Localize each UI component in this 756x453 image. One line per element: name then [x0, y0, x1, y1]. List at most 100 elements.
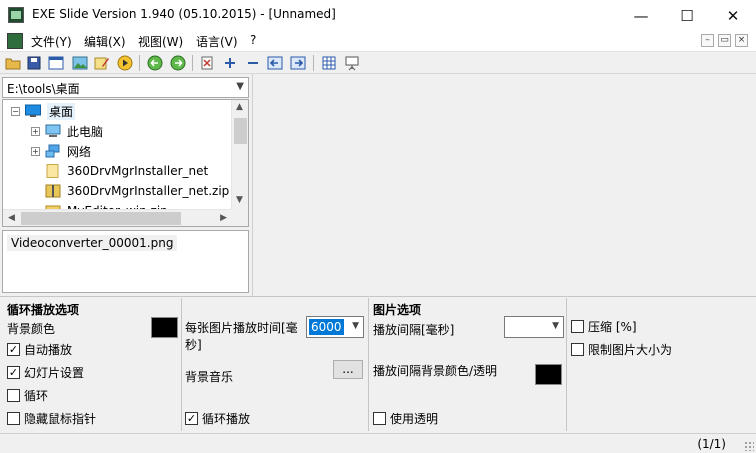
checkbox-box[interactable]	[571, 343, 584, 356]
presentation-icon[interactable]	[343, 54, 361, 72]
chevron-down-icon: ▼	[552, 321, 559, 331]
toolbar-separator	[192, 55, 193, 71]
menu-view[interactable]: 视图(W)	[138, 33, 183, 50]
window-icon[interactable]	[47, 54, 65, 72]
interval-value: 6000	[309, 319, 344, 335]
scroll-down-icon[interactable]: ▼	[236, 195, 243, 205]
page-counter: (1/1)	[697, 437, 726, 451]
toolbar-separator	[139, 55, 140, 71]
checkbox-label: 压缩 [%]	[588, 320, 637, 334]
network-icon	[45, 144, 61, 158]
scroll-right-icon[interactable]: ▶	[220, 213, 227, 223]
mdi-restore-button[interactable]: ▭	[718, 34, 731, 47]
options-divider	[566, 298, 567, 431]
folder-tree[interactable]: − 桌面 + 此电脑 + 网络 360DrvMgrInstaller_net 3…	[2, 99, 249, 227]
compress-checkbox[interactable]: 压缩 [%]	[571, 318, 637, 335]
toolbar-separator	[313, 55, 314, 71]
image-icon[interactable]	[71, 54, 89, 72]
maximize-button[interactable]: ☐	[664, 0, 710, 31]
interval-label: 每张图片播放时间[毫秒]	[185, 321, 298, 352]
open-folder-icon[interactable]	[4, 54, 22, 72]
path-dropdown[interactable]: E:\tools\桌面 ▼	[2, 77, 249, 98]
menu-edit[interactable]: 编辑(X)	[84, 33, 126, 50]
autoplay-checkbox[interactable]: ✓ 自动播放	[7, 341, 72, 358]
tree-node-network[interactable]: + 网络	[31, 141, 91, 161]
scroll-corner	[231, 209, 248, 226]
hide-cursor-checkbox[interactable]: 隐藏鼠标指针	[7, 410, 96, 427]
mdi-minimize-button[interactable]: –	[701, 34, 714, 47]
options-divider	[181, 298, 182, 431]
tree-node-this-pc[interactable]: + 此电脑	[31, 121, 103, 141]
tree-node-file[interactable]: 360DrvMgrInstaller_net	[45, 161, 208, 181]
tree-vertical-scrollbar[interactable]: ▲ ▼	[231, 100, 248, 210]
scroll-left-icon[interactable]: ◀	[8, 213, 15, 223]
loop-play-checkbox[interactable]: ✓ 循环播放	[185, 410, 250, 427]
checkbox-label: 使用透明	[390, 412, 439, 426]
menu-file[interactable]: 文件(Y)	[31, 33, 72, 50]
gap-label: 播放间隔[毫秒]	[373, 323, 455, 337]
play-icon[interactable]	[116, 54, 134, 72]
checkbox-box[interactable]: ✓	[7, 366, 20, 379]
remove-icon[interactable]	[244, 54, 262, 72]
grid-icon[interactable]	[320, 54, 338, 72]
checkbox-label: 循环播放	[202, 412, 251, 426]
checkbox-box[interactable]: ✓	[185, 412, 198, 425]
scroll-up-icon[interactable]: ▲	[236, 102, 243, 112]
zip-icon	[45, 184, 61, 198]
checkbox-box[interactable]	[7, 412, 20, 425]
expand-icon[interactable]: +	[31, 146, 40, 156]
scroll-thumb[interactable]	[234, 118, 247, 144]
bg-color-swatch[interactable]	[151, 317, 178, 338]
checkbox-box[interactable]	[571, 320, 584, 333]
tree-label: 360DrvMgrInstaller_net.zip	[67, 184, 230, 198]
window-title: EXE Slide Version 1.940 (05.10.2015) - […	[32, 7, 336, 21]
save-icon[interactable]	[25, 54, 43, 72]
file-list-item[interactable]: Videoconverter_00001.png	[7, 235, 178, 251]
mdi-close-button[interactable]: ×	[735, 34, 748, 47]
slideshow-settings-checkbox[interactable]: ✓ 幻灯片设置	[7, 364, 84, 381]
scroll-thumb[interactable]	[21, 212, 181, 225]
expand-icon[interactable]: +	[31, 126, 40, 136]
desktop-icon	[25, 104, 41, 118]
resize-grip-icon[interactable]	[744, 441, 754, 451]
tree-label: 360DrvMgrInstaller_net	[67, 164, 209, 178]
gap-dropdown[interactable]: ▼	[504, 316, 564, 338]
add-icon[interactable]	[221, 54, 239, 72]
menu-help[interactable]: ?	[250, 33, 256, 47]
checkbox-box[interactable]: ✓	[7, 343, 20, 356]
chevron-down-icon: ▼	[352, 321, 359, 331]
tree-label: 此电脑	[67, 124, 104, 139]
new-file-icon[interactable]	[198, 54, 216, 72]
checkbox-box[interactable]	[7, 389, 20, 402]
app-window: EXE Slide Version 1.940 (05.10.2015) - […	[0, 0, 756, 453]
tree-horizontal-scrollbar[interactable]: ◀ ▶	[3, 209, 232, 226]
file-list[interactable]: Videoconverter_00001.png	[2, 230, 249, 293]
music-label: 背景音乐	[185, 370, 234, 384]
loop-checkbox[interactable]: 循环	[7, 387, 48, 404]
edit-image-icon[interactable]	[93, 54, 111, 72]
interval-dropdown[interactable]: 6000 ▼	[306, 316, 364, 338]
menu-bar: 文件(Y) 编辑(X) 视图(W) 语言(V) ? – ▭ ×	[0, 31, 756, 52]
limit-size-checkbox[interactable]: 限制图片大小为	[571, 341, 672, 358]
checkbox-box[interactable]	[373, 412, 386, 425]
move-right-icon[interactable]	[289, 54, 307, 72]
checkbox-label: 循环	[24, 389, 49, 403]
refresh-right-icon[interactable]	[169, 54, 187, 72]
browse-music-button[interactable]: ...	[333, 360, 363, 379]
app-icon	[8, 7, 24, 23]
refresh-left-icon[interactable]	[146, 54, 164, 72]
close-button[interactable]: ✕	[710, 0, 756, 31]
tree-node-desktop[interactable]: − 桌面	[11, 101, 76, 121]
minimize-button[interactable]: —	[618, 0, 664, 31]
gap-color-swatch[interactable]	[535, 364, 562, 385]
menu-language[interactable]: 语言(V)	[196, 33, 238, 50]
tree-label: 网络	[67, 144, 92, 159]
preview-area	[252, 74, 756, 296]
path-value: E:\tools\桌面	[7, 82, 80, 96]
use-transparency-checkbox[interactable]: 使用透明	[373, 410, 438, 427]
collapse-icon[interactable]: −	[11, 106, 20, 116]
bg-color-label: 背景颜色	[7, 322, 56, 336]
app-menu-icon[interactable]	[7, 33, 23, 49]
tree-node-file[interactable]: 360DrvMgrInstaller_net.zip	[45, 181, 229, 201]
move-left-icon[interactable]	[266, 54, 284, 72]
